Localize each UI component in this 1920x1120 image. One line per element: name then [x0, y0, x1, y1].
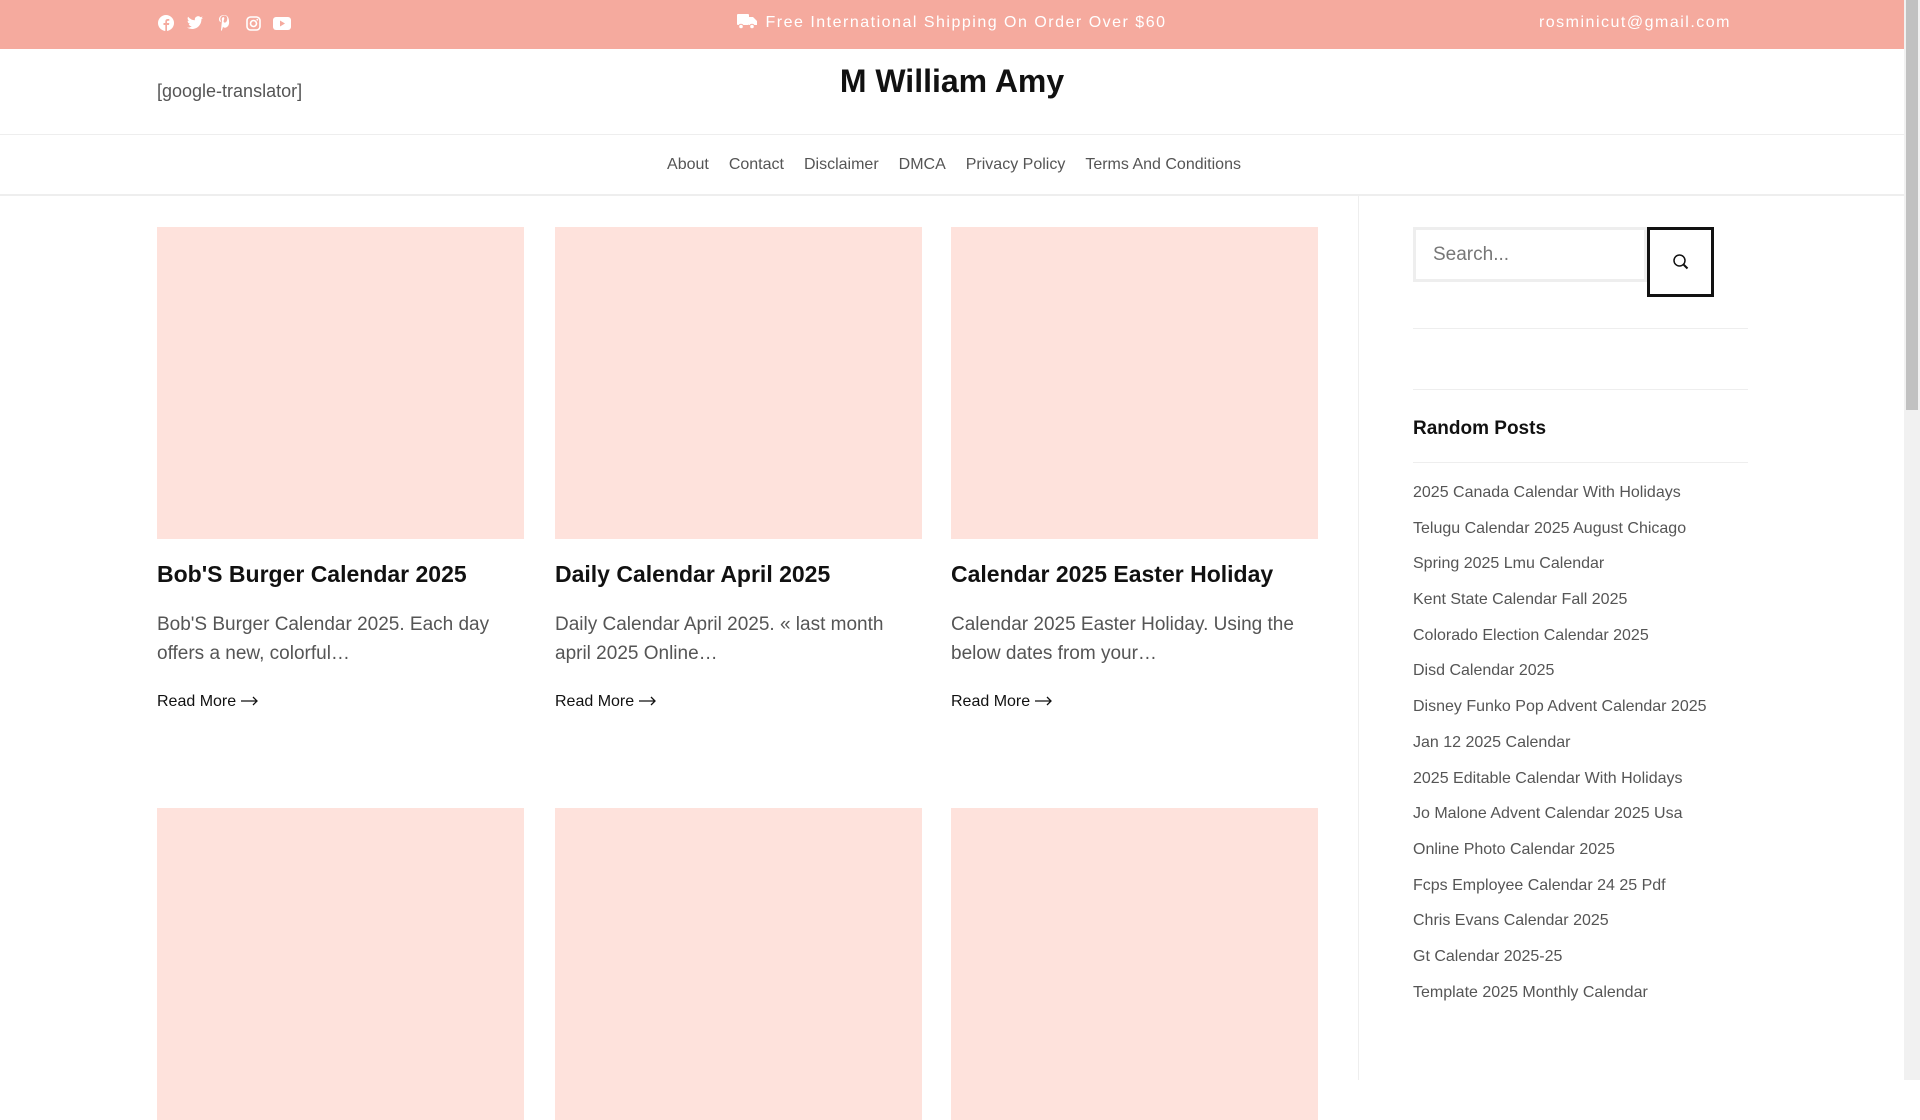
nav-about[interactable]: About	[667, 156, 709, 174]
nav-privacy-policy[interactable]: Privacy Policy	[966, 156, 1066, 174]
post-card	[157, 808, 524, 1120]
random-post-link[interactable]: Jo Malone Advent Calendar 2025 Usa	[1413, 805, 1707, 841]
site-title[interactable]: M William Amy	[0, 63, 1904, 100]
post-card	[951, 808, 1318, 1120]
random-post-link[interactable]: Gt Calendar 2025-25	[1413, 948, 1707, 984]
post-card: Calendar 2025 Easter Holiday Calendar 20…	[951, 227, 1318, 711]
post-title[interactable]: Bob'S Burger Calendar 2025	[157, 561, 524, 588]
scrollbar[interactable]	[1904, 0, 1920, 1080]
arrow-right-icon	[638, 696, 656, 706]
post-card	[555, 808, 922, 1120]
random-post-link[interactable]: Jan 12 2025 Calendar	[1413, 734, 1707, 770]
site-header: [google-translator] M William Amy	[0, 49, 1904, 135]
search-icon	[1672, 254, 1688, 270]
nav-terms[interactable]: Terms And Conditions	[1085, 156, 1241, 174]
post-thumbnail[interactable]	[555, 808, 922, 1120]
read-more-link[interactable]: Read More	[157, 693, 259, 711]
random-posts-heading: Random Posts	[1413, 418, 1547, 439]
random-post-link[interactable]: Online Photo Calendar 2025	[1413, 841, 1707, 877]
read-more-link[interactable]: Read More	[951, 693, 1053, 711]
random-post-link[interactable]: 2025 Canada Calendar With Holidays	[1413, 484, 1707, 520]
random-post-link[interactable]: Fcps Employee Calendar 24 25 Pdf	[1413, 877, 1707, 913]
nav-dmca[interactable]: DMCA	[899, 156, 946, 174]
post-thumbnail[interactable]	[157, 227, 524, 539]
top-bar: Free International Shipping On Order Ove…	[0, 0, 1904, 49]
main-nav: About Contact Disclaimer DMCA Privacy Po…	[0, 135, 1904, 196]
read-more-link[interactable]: Read More	[555, 693, 657, 711]
random-post-link[interactable]: 2025 Editable Calendar With Holidays	[1413, 770, 1707, 806]
random-post-link[interactable]: Spring 2025 Lmu Calendar	[1413, 555, 1707, 591]
divider	[1413, 462, 1748, 463]
truck-icon	[737, 14, 758, 30]
post-excerpt: Calendar 2025 Easter Holiday. Using the …	[951, 614, 1294, 664]
post-title[interactable]: Daily Calendar April 2025	[555, 561, 922, 588]
post-thumbnail[interactable]	[951, 227, 1318, 539]
contact-email[interactable]: rosminicut@gmail.com	[1539, 14, 1731, 32]
scrollbar-thumb[interactable]	[1906, 0, 1918, 410]
post-excerpt: Bob'S Burger Calendar 2025. Each day off…	[157, 614, 490, 664]
divider	[1413, 328, 1748, 329]
post-thumbnail[interactable]	[951, 808, 1318, 1120]
sidebar-divider	[1358, 196, 1359, 1080]
shipping-text: Free International Shipping On Order Ove…	[765, 14, 1167, 31]
post-thumbnail[interactable]	[555, 227, 922, 539]
random-post-link[interactable]: Template 2025 Monthly Calendar	[1413, 984, 1707, 1020]
post-thumbnail[interactable]	[157, 808, 524, 1120]
post-card: Daily Calendar April 2025 Daily Calendar…	[555, 227, 922, 711]
random-post-link[interactable]: Disd Calendar 2025	[1413, 662, 1707, 698]
random-post-link[interactable]: Telugu Calendar 2025 August Chicago	[1413, 520, 1707, 556]
arrow-right-icon	[1034, 696, 1052, 706]
post-card: Bob'S Burger Calendar 2025 Bob'S Burger …	[157, 227, 524, 711]
search-input[interactable]: Search...	[1413, 227, 1647, 282]
random-post-link[interactable]: Colorado Election Calendar 2025	[1413, 627, 1707, 663]
nav-disclaimer[interactable]: Disclaimer	[804, 156, 879, 174]
post-excerpt: Daily Calendar April 2025. « last month …	[555, 614, 884, 664]
nav-contact[interactable]: Contact	[729, 156, 784, 174]
random-post-link[interactable]: Disney Funko Pop Advent Calendar 2025	[1413, 698, 1707, 734]
random-posts-list: 2025 Canada Calendar With Holidays Telugu…	[1413, 484, 1707, 1019]
search-button[interactable]	[1647, 227, 1714, 297]
random-post-link[interactable]: Chris Evans Calendar 2025	[1413, 912, 1707, 948]
arrow-right-icon	[240, 696, 258, 706]
random-post-link[interactable]: Kent State Calendar Fall 2025	[1413, 591, 1707, 627]
divider	[1413, 389, 1748, 390]
post-title[interactable]: Calendar 2025 Easter Holiday	[951, 561, 1318, 588]
